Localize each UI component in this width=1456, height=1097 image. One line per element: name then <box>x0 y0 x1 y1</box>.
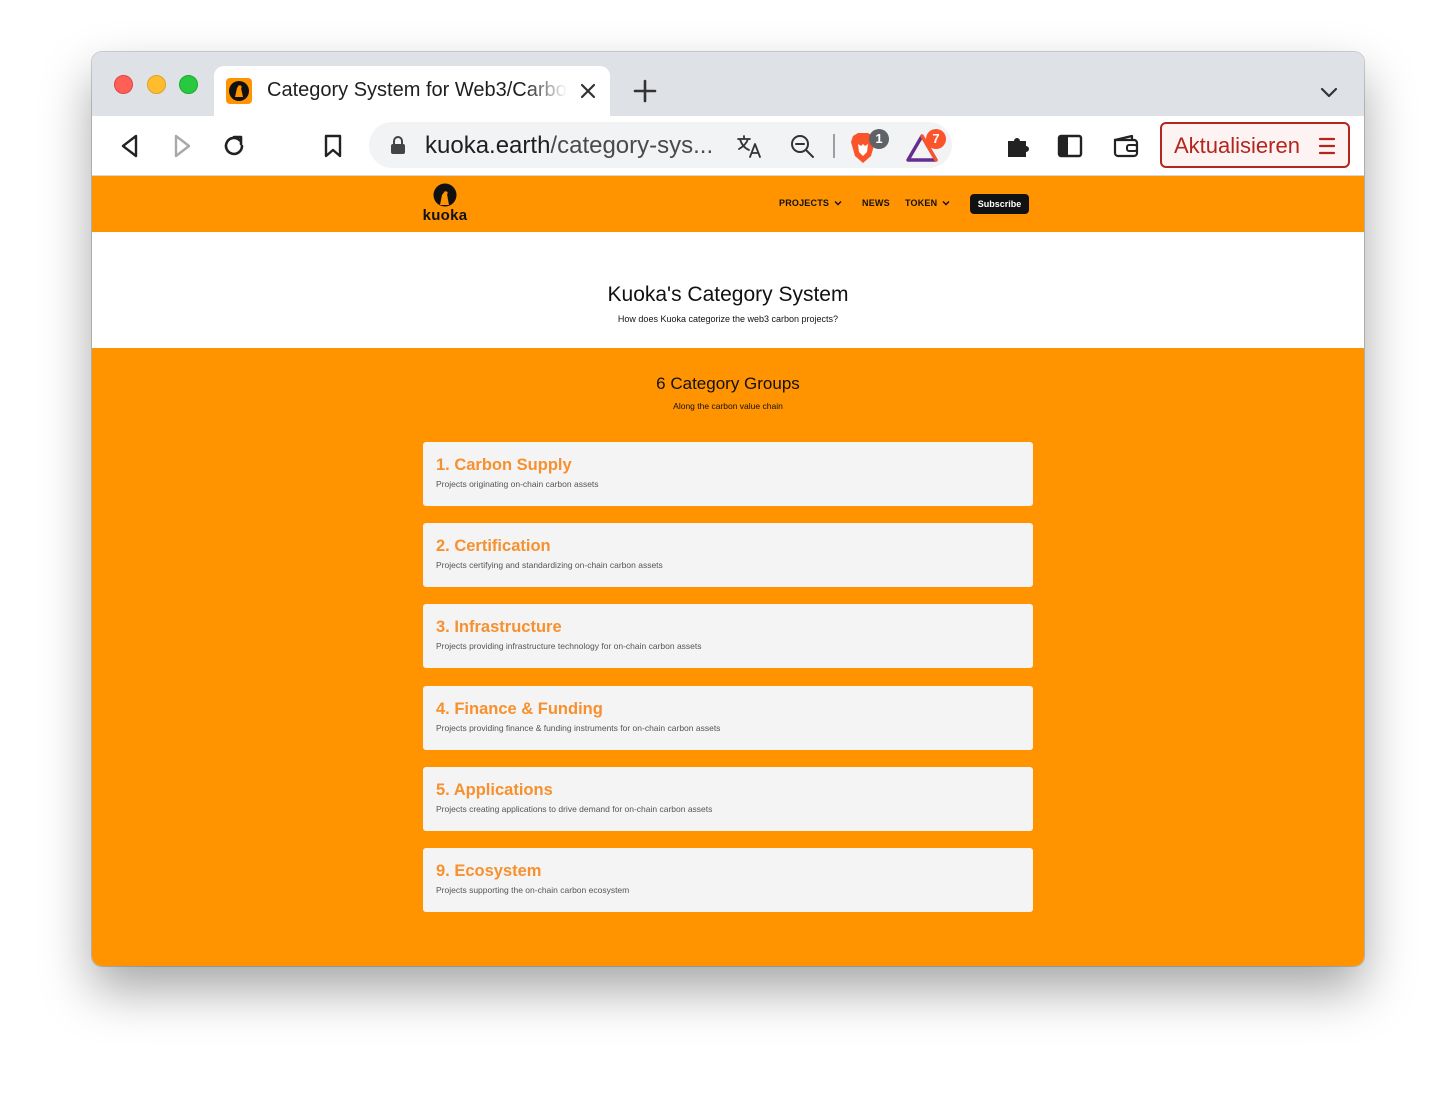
kuoka-logo[interactable]: kuoka <box>421 183 469 227</box>
url-text[interactable]: kuoka.earth/category-sys... <box>425 132 713 160</box>
site-header: kuoka PROJECTS NEWS TOKEN Subscribe <box>92 176 1364 232</box>
address-bar[interactable]: kuoka.earth/category-sys... 1 7 <box>369 122 952 168</box>
page-subtitle: How does Kuoka categorize the web3 carbo… <box>617 314 839 324</box>
groups-heading: 6 Category Groups <box>656 374 800 393</box>
nav-projects[interactable]: PROJECTS <box>779 198 842 208</box>
category-description: Projects providing infrastructure techno… <box>436 641 702 651</box>
category-description: Projects creating applications to drive … <box>436 804 713 814</box>
category-title: 3. Infrastructure <box>436 618 562 636</box>
category-title: 2. Certification <box>436 537 551 555</box>
nav-projects-label: PROJECTS <box>779 198 830 208</box>
nav-token[interactable]: TOKEN <box>905 198 950 208</box>
category-description: Projects originating on-chain carbon ass… <box>436 479 599 489</box>
bookmark-icon[interactable] <box>319 132 347 160</box>
page-title: Kuoka's Category System <box>607 283 849 306</box>
nav-token-label: TOKEN <box>905 198 938 208</box>
lock-icon[interactable] <box>389 135 407 155</box>
category-card[interactable]: 2. Certification Projects certifying and… <box>423 523 1033 587</box>
url-domain: kuoka.earth <box>425 132 551 159</box>
category-description: Projects certifying and standardizing on… <box>436 560 663 570</box>
extensions-puzzle-icon[interactable] <box>1004 132 1032 160</box>
kuoka-logo-icon <box>433 183 457 207</box>
category-card[interactable]: 9. Ecosystem Projects supporting the on-… <box>423 848 1033 912</box>
category-card[interactable]: 5. Applications Projects creating applic… <box>423 767 1033 831</box>
hero-section: Kuoka's Category System How does Kuoka c… <box>92 232 1364 348</box>
tab-close-icon[interactable] <box>578 81 598 101</box>
category-title: 9. Ecosystem <box>436 862 542 880</box>
brave-shields-button[interactable]: 1 <box>849 129 889 164</box>
category-card[interactable]: 4. Finance & Funding Projects providing … <box>423 686 1033 750</box>
brave-rewards-button[interactable]: 7 <box>906 129 946 164</box>
url-path: /category-sys... <box>550 132 714 159</box>
tab-strip: Category System for Web3/Carbon <box>92 52 1364 116</box>
category-description: Projects providing finance & funding ins… <box>436 723 721 733</box>
logo-text: kuoka <box>422 207 468 224</box>
browser-window: Category System for Web3/Carbon kuoka.ea… <box>92 52 1364 966</box>
tab-search-chevron-icon[interactable] <box>1319 82 1339 102</box>
category-card[interactable]: 1. Carbon Supply Projects originating on… <box>423 442 1033 506</box>
category-title: 4. Finance & Funding <box>436 700 603 718</box>
sidebar-toggle-icon[interactable] <box>1056 132 1084 160</box>
zoom-out-icon[interactable] <box>789 133 815 159</box>
window-minimize-button[interactable] <box>147 75 166 94</box>
translate-icon[interactable] <box>736 133 762 159</box>
category-title: 1. Carbon Supply <box>436 456 572 474</box>
groups-subheading: Along the carbon value chain <box>673 401 783 411</box>
menu-icon <box>1318 137 1336 155</box>
window-maximize-button[interactable] <box>179 75 198 94</box>
update-button-label: Aktualisieren <box>1174 133 1300 158</box>
tab-title: Category System for Web3/Carbon <box>267 79 567 101</box>
subscribe-button[interactable]: Subscribe <box>970 194 1029 214</box>
address-bar-separator <box>833 134 835 158</box>
new-tab-icon[interactable] <box>632 78 658 104</box>
forward-icon[interactable] <box>168 132 196 160</box>
category-title: 5. Applications <box>436 781 553 799</box>
update-browser-button[interactable]: Aktualisieren <box>1160 122 1350 168</box>
nav-news-label: NEWS <box>862 198 890 208</box>
chevron-down-icon <box>834 201 842 206</box>
reload-icon[interactable] <box>220 132 248 160</box>
category-card[interactable]: 3. Infrastructure Projects providing inf… <box>423 604 1033 668</box>
chevron-down-icon <box>942 201 950 206</box>
brave-shields-count: 1 <box>869 129 889 149</box>
kuoka-favicon-icon <box>226 78 252 104</box>
active-tab[interactable]: Category System for Web3/Carbon <box>214 66 610 116</box>
browser-toolbar: kuoka.earth/category-sys... 1 7 Aktualis… <box>92 116 1364 176</box>
window-close-button[interactable] <box>114 75 133 94</box>
nav-news[interactable]: NEWS <box>862 198 890 208</box>
wallet-icon[interactable] <box>1112 132 1140 160</box>
brave-rewards-count: 7 <box>926 129 946 149</box>
category-description: Projects supporting the on-chain carbon … <box>436 885 630 895</box>
back-icon[interactable] <box>116 132 144 160</box>
web-page: kuoka PROJECTS NEWS TOKEN Subscribe Kuok… <box>92 176 1364 966</box>
